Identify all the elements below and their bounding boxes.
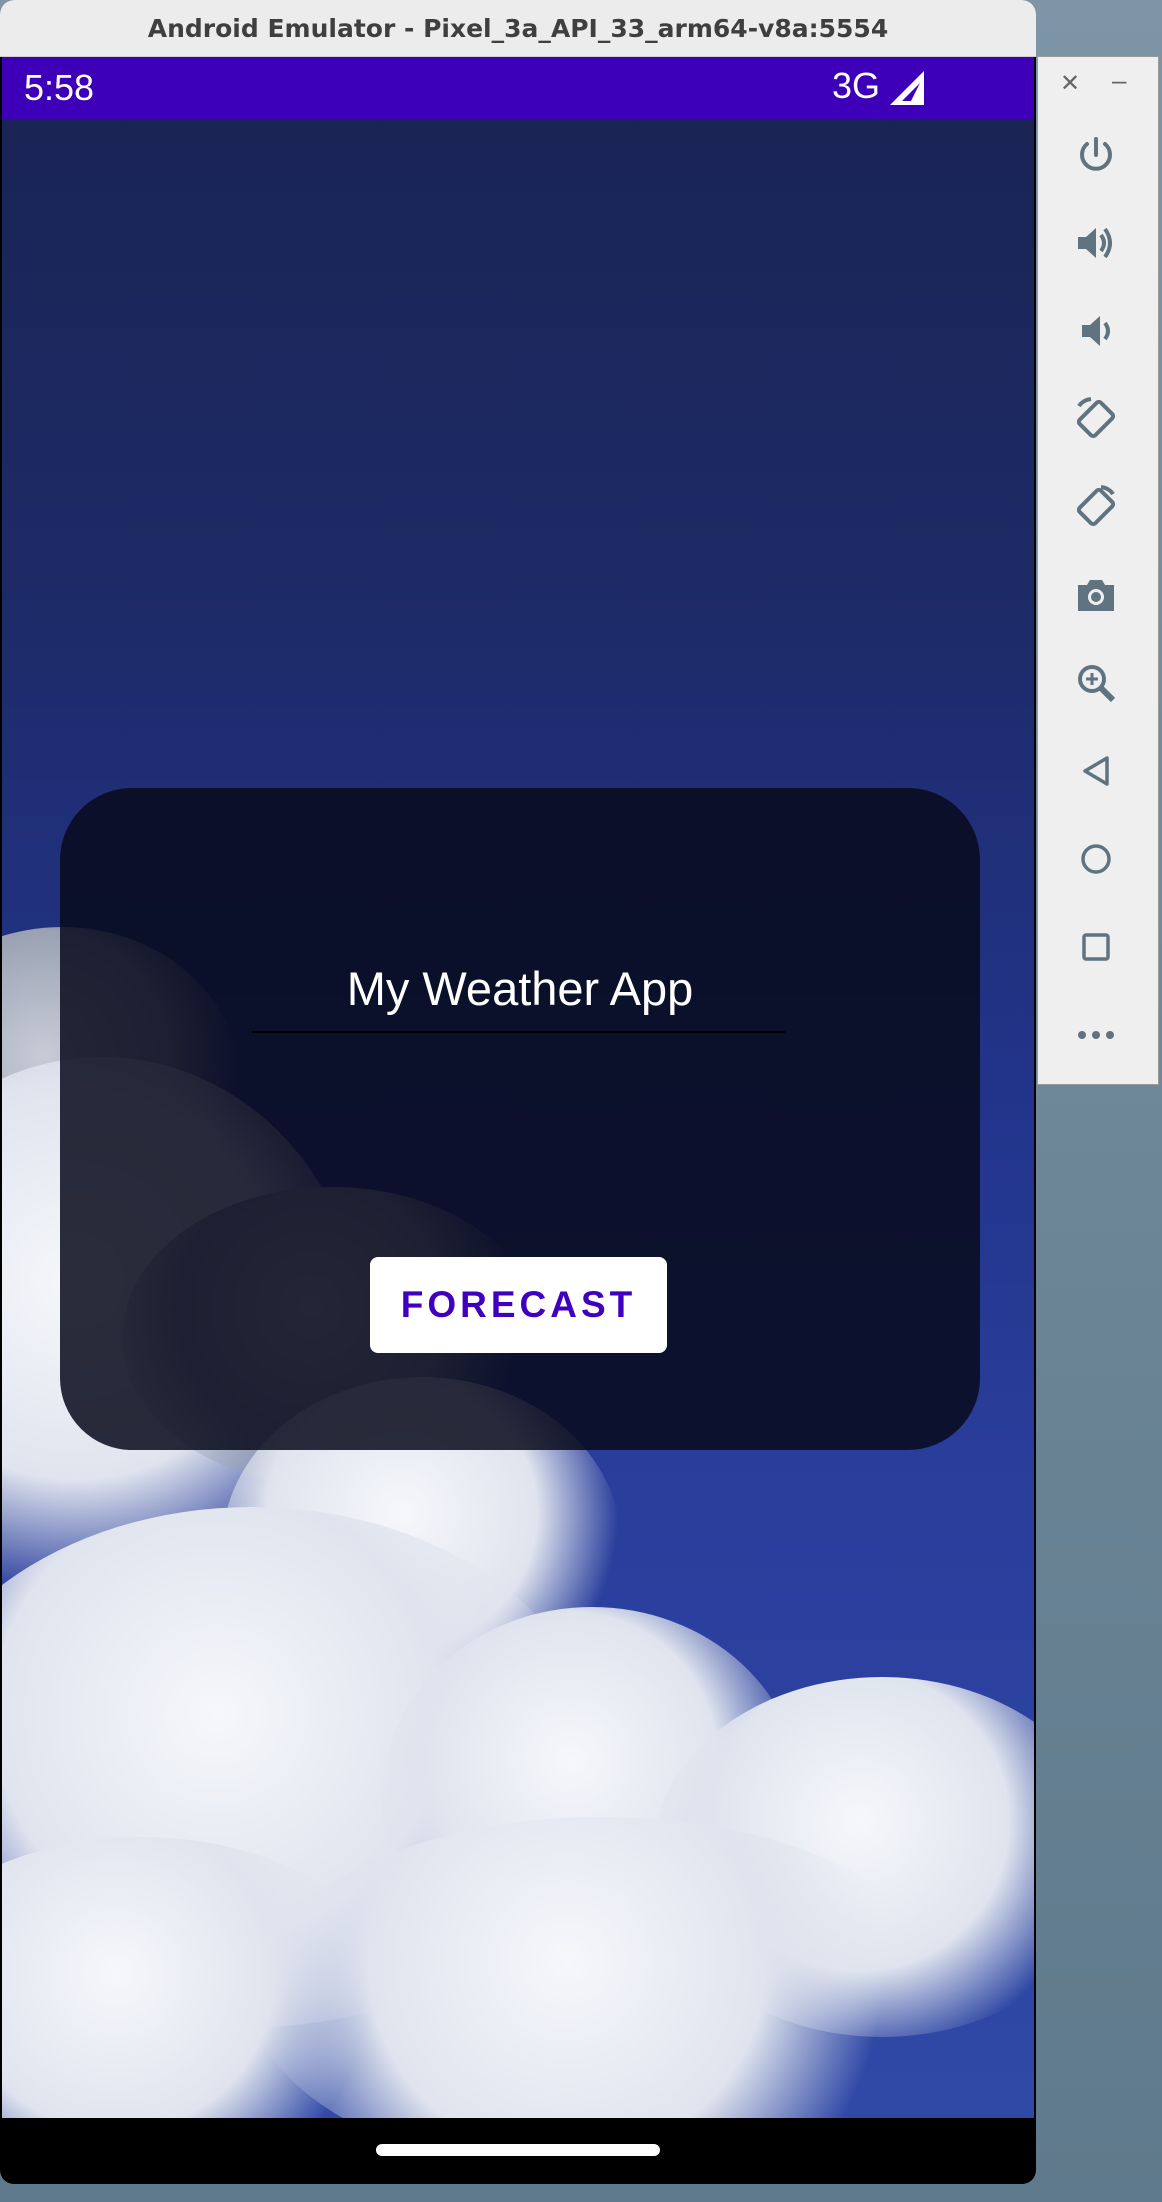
signal-icon — [890, 71, 926, 110]
status-time: 5:58 — [24, 67, 95, 108]
emulator-window: Android Emulator - Pixel_3a_API_33_arm64… — [0, 0, 1036, 2184]
app-title: My Weather App — [346, 962, 694, 1015]
weather-card: My Weather App FORECAST — [60, 788, 980, 1450]
status-bar: 5:58 3G — [2, 57, 1034, 119]
camera-icon[interactable] — [1072, 571, 1120, 619]
home-icon[interactable] — [1072, 835, 1120, 883]
zoom-icon[interactable] — [1072, 659, 1120, 707]
home-gesture-pill[interactable] — [376, 2144, 660, 2156]
rotate-left-icon[interactable] — [1072, 395, 1120, 443]
overview-icon[interactable] — [1072, 923, 1120, 971]
title-underline — [252, 1031, 785, 1033]
rotate-right-icon[interactable] — [1072, 483, 1120, 531]
emulator-toolbar: ✕ – — [1037, 56, 1159, 1085]
more-icon[interactable] — [1072, 1011, 1120, 1059]
network-type: 3G — [832, 65, 881, 106]
close-icon[interactable]: ✕ — [1060, 69, 1080, 98]
device-screen: 5:58 3G My Weather App FORECAST — [2, 57, 1034, 2119]
forecast-button[interactable]: FORECAST — [370, 1257, 667, 1353]
minimize-icon[interactable]: – — [1112, 65, 1126, 96]
window-title: Android Emulator - Pixel_3a_API_33_arm64… — [147, 13, 889, 43]
window-title-bar: Android Emulator - Pixel_3a_API_33_arm64… — [0, 0, 1036, 57]
volume-down-icon[interactable] — [1072, 307, 1120, 355]
power-icon[interactable] — [1072, 131, 1120, 179]
back-icon[interactable] — [1072, 747, 1120, 795]
volume-up-icon[interactable] — [1072, 219, 1120, 267]
